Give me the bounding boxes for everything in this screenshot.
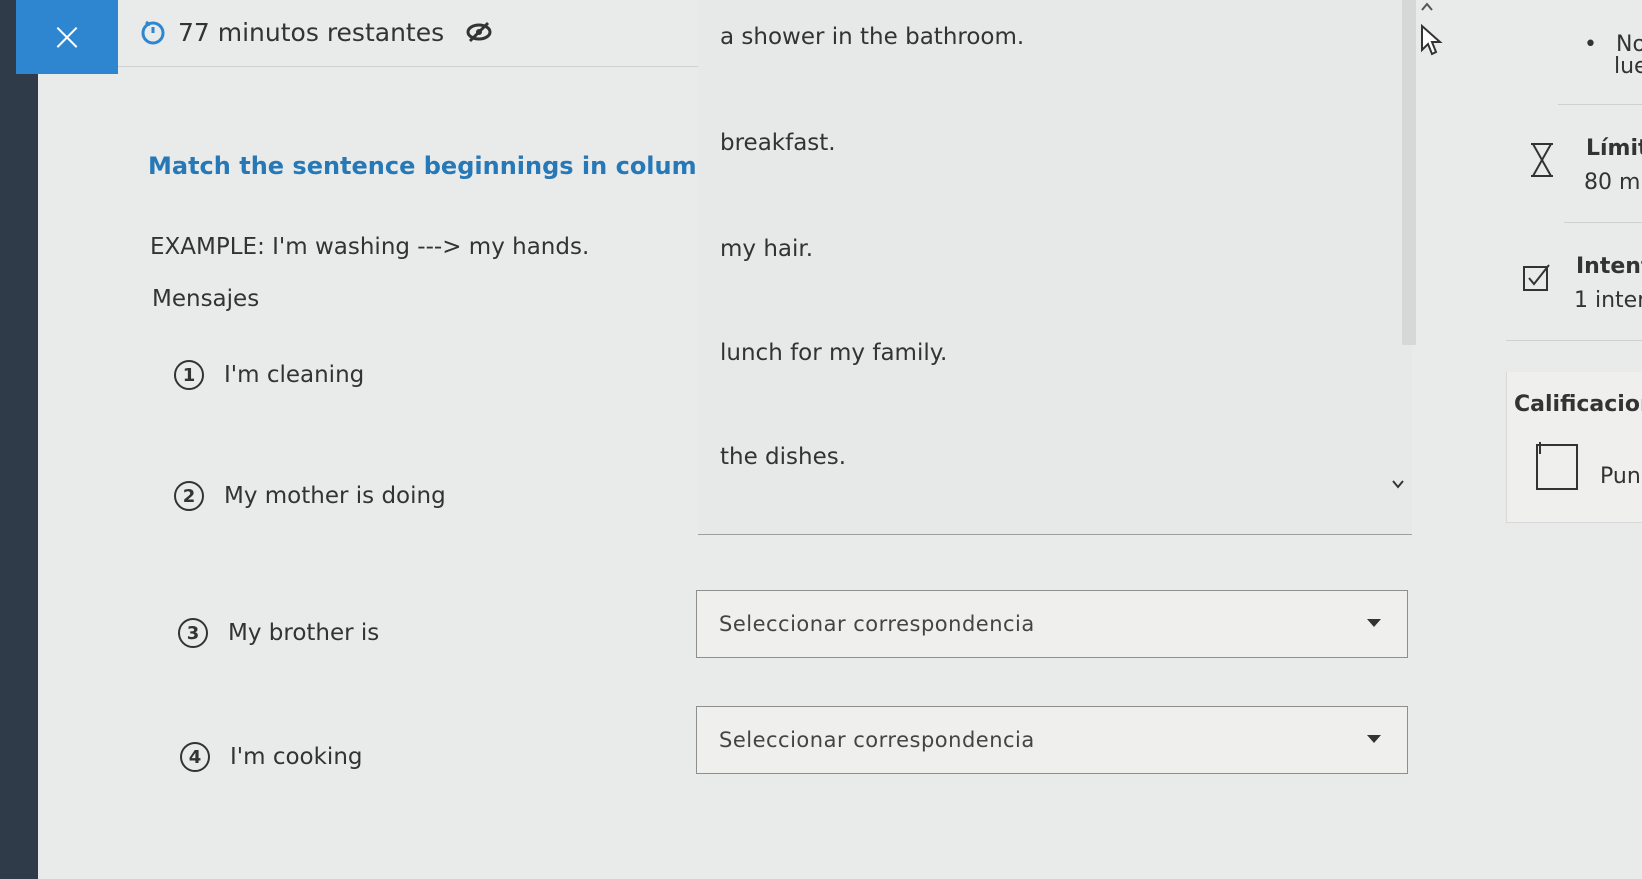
header-divider [118,66,698,67]
close-button[interactable]: × [16,0,118,74]
mouse-cursor-icon [1421,24,1443,56]
points-label: Pun [1600,464,1641,489]
item-text: My brother is [228,620,380,646]
instructions-heading: Match the sentence beginnings in column … [148,152,741,180]
time-limit-label: Límite [1586,136,1642,161]
column-b-item: lunch for my family. [720,340,948,366]
scroll-up-arrow-icon[interactable] [1418,0,1436,14]
attempts-label: Intent [1576,254,1642,279]
messages-label: Mensajes [152,286,260,312]
column-b-list: a shower in the bathroom. breakfast. my … [698,0,1412,535]
column-b-item: a shower in the bathroom. [720,24,1025,50]
chevron-down-icon[interactable] [1390,476,1406,492]
panel-divider [1558,104,1642,105]
eye-slash-icon[interactable] [464,20,494,44]
attempts-value: 1 inten [1574,288,1642,313]
scrollbar-thumb[interactable] [1402,0,1416,345]
checkbox-check-icon [1523,264,1550,291]
caret-down-icon [1367,619,1381,627]
item-text: I'm cleaning [224,362,365,388]
grading-label: Calificacion [1514,392,1642,417]
document-icon [1536,442,1578,490]
match-dropdown-3[interactable]: Seleccionar correspondencia [696,590,1408,658]
dropdown-selected-value: Seleccionar correspondencia [719,728,1035,752]
item-text: My mother is doing [224,483,446,509]
panel-divider [1564,222,1642,223]
item-number-badge: 4 [180,742,210,772]
column-b-underline [698,534,1412,535]
column-a-item-3: 3 My brother is [178,618,379,648]
column-b-item: my hair. [720,236,814,262]
item-number-badge: 2 [174,481,204,511]
side-panel: • No lue Límite 80 min Intent 1 inten Ca… [1506,0,1642,879]
close-icon: × [50,14,84,60]
example-text: EXAMPLE: I'm washing ---> my hands. [150,234,590,260]
dropdown-selected-value: Seleccionar correspondencia [719,612,1035,636]
column-a-item-1: 1 I'm cleaning [174,360,364,390]
caret-down-icon [1367,735,1381,743]
timer-icon [141,20,165,45]
column-a-item-2: 2 My mother is doing [174,481,446,511]
match-dropdown-4[interactable]: Seleccionar correspondencia [696,706,1408,774]
item-text: I'm cooking [230,744,363,770]
column-a-item-4: 4 I'm cooking [180,742,363,772]
item-number-badge: 3 [178,618,208,648]
hourglass-icon [1531,143,1553,177]
time-remaining: 77 minutos restantes [178,17,445,47]
left-edge [0,0,38,879]
column-b-item: the dishes. [720,444,847,470]
column-b-item: breakfast. [720,130,836,156]
panel-divider [1506,340,1642,341]
timer-row: 77 minutos restantes [140,12,494,52]
note-line-2: lue [1614,54,1642,79]
item-number-badge: 1 [174,360,204,390]
note-bullet: • [1584,32,1597,57]
time-limit-value: 80 min [1584,170,1642,195]
